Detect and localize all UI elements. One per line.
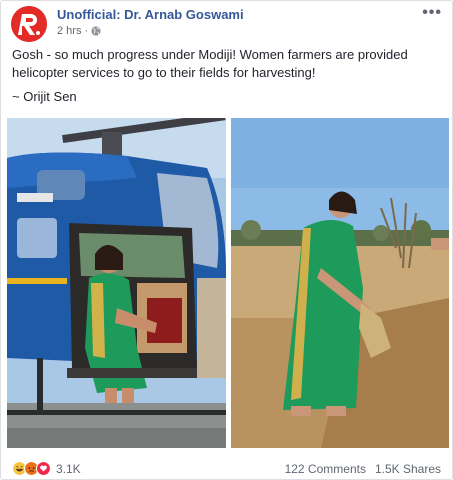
post-timestamp[interactable]: 2 hrs	[57, 25, 81, 37]
public-globe-icon	[91, 26, 101, 36]
engagement-counts: 122 Comments 1.5K Shares	[285, 462, 441, 476]
reaction-count: 3.1K	[56, 461, 81, 476]
field-harvest-photo[interactable]	[231, 118, 449, 448]
more-options-button[interactable]: •••	[422, 5, 442, 21]
helicopter-photo[interactable]	[7, 118, 226, 448]
page-avatar[interactable]	[11, 6, 47, 42]
meta-separator: ·	[84, 25, 89, 37]
republic-logo-icon	[11, 6, 47, 42]
shares-count-link[interactable]: 1.5K Shares	[375, 462, 441, 476]
post-body: Gosh - so much progress under Modiji! Wo…	[12, 47, 408, 80]
page-name-link[interactable]: Unofficial: Dr. Arnab Goswami	[57, 7, 244, 22]
post-footer: 3.1K 122 Comments 1.5K Shares	[1, 455, 452, 480]
reactions-summary[interactable]: 3.1K	[12, 461, 81, 476]
post-header: Unofficial: Dr. Arnab Goswami 2 hrs · ••…	[1, 1, 452, 45]
helicopter-photo-image	[7, 118, 226, 448]
post-attribution: ~ Orijit Sen	[12, 89, 77, 104]
facebook-post: Unofficial: Dr. Arnab Goswami 2 hrs · ••…	[0, 0, 453, 480]
post-meta: 2 hrs ·	[57, 25, 101, 37]
comments-count-link[interactable]: 122 Comments	[285, 462, 366, 476]
field-harvest-photo-image	[231, 118, 449, 448]
post-text: Gosh - so much progress under Modiji! Wo…	[12, 46, 442, 106]
love-icon	[36, 461, 51, 476]
